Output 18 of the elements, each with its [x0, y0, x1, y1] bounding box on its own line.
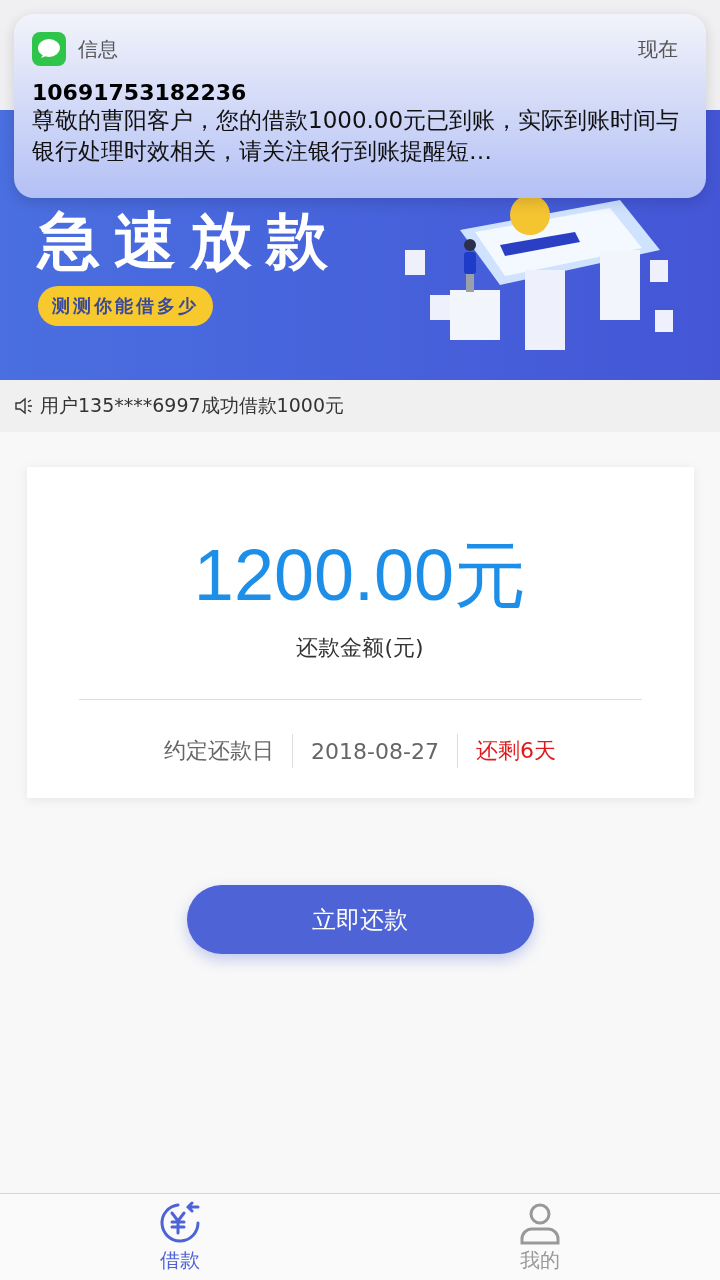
- days-remaining: 还剩6天: [475, 737, 556, 765]
- tab[interactable]: 借款: [0, 1194, 360, 1280]
- repay-button[interactable]: 立即还款: [186, 885, 534, 954]
- loan-ticker-text: 用户135****6997成功借款1000元: [40, 393, 344, 418]
- tab[interactable]: 我的: [360, 1194, 720, 1280]
- amount-label: 还款金额(元): [296, 634, 424, 662]
- message-app-icon: [32, 32, 66, 66]
- banner-title: 急速放款: [38, 210, 342, 272]
- app-name: 信息: [78, 35, 119, 63]
- banner-button[interactable]: 测测你能借多少: [38, 286, 213, 326]
- notification-time: 现在: [638, 35, 678, 63]
- speaker-icon: [14, 396, 34, 416]
- yuan-return-icon: [158, 1200, 202, 1245]
- due-date-label: 约定还款日: [164, 737, 275, 765]
- repayment-amount: 1200.00元: [193, 539, 527, 611]
- due-date: 2018-08-27: [311, 738, 439, 764]
- sender-number: 10691753182236: [32, 80, 248, 105]
- notification-card[interactable]: 信息 现在 10691753182236 尊敬的曹阳客户，您的借款1000.00元已到账，实际到账时间与银行处理时效相关，请关注银行到账提醒短…: [14, 14, 706, 198]
